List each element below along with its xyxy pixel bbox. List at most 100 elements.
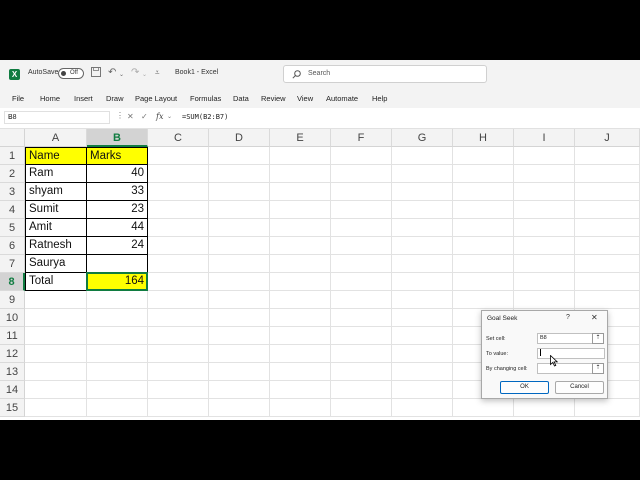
cell-c9[interactable] xyxy=(148,291,209,309)
cell-d15[interactable] xyxy=(209,399,270,417)
cell-a10[interactable] xyxy=(25,309,87,327)
cell-g7[interactable] xyxy=(392,255,453,273)
help-icon[interactable]: ? xyxy=(566,314,570,321)
cell-c12[interactable] xyxy=(148,345,209,363)
cell-b13[interactable] xyxy=(87,363,148,381)
row-header-10[interactable]: 10 xyxy=(0,309,25,327)
cell-h2[interactable] xyxy=(453,165,514,183)
ok-button[interactable]: OK xyxy=(500,381,549,394)
column-header-i[interactable]: I xyxy=(514,129,575,147)
cell-a3[interactable]: shyam xyxy=(25,182,87,201)
cell-f14[interactable] xyxy=(331,381,392,399)
column-header-a[interactable]: A xyxy=(25,129,87,147)
cell-b14[interactable] xyxy=(87,381,148,399)
row-header-11[interactable]: 11 xyxy=(0,327,25,345)
cell-e1[interactable] xyxy=(270,147,331,165)
cell-e10[interactable] xyxy=(270,309,331,327)
column-header-h[interactable]: H xyxy=(453,129,514,147)
cell-h6[interactable] xyxy=(453,237,514,255)
cell-a1-header-name[interactable]: Name xyxy=(25,147,87,165)
cell-h5[interactable] xyxy=(453,219,514,237)
cell-c15[interactable] xyxy=(148,399,209,417)
cell-a2[interactable]: Ram xyxy=(25,164,87,183)
cell-h4[interactable] xyxy=(453,201,514,219)
cell-g4[interactable] xyxy=(392,201,453,219)
cell-b10[interactable] xyxy=(87,309,148,327)
cell-f4[interactable] xyxy=(331,201,392,219)
cell-f13[interactable] xyxy=(331,363,392,381)
cell-h8[interactable] xyxy=(453,273,514,291)
cell-f10[interactable] xyxy=(331,309,392,327)
to-value-field[interactable] xyxy=(537,348,605,359)
cell-f11[interactable] xyxy=(331,327,392,345)
search-box[interactable]: Search xyxy=(283,65,487,83)
menu-automate[interactable]: Automate xyxy=(326,94,358,103)
cell-d11[interactable] xyxy=(209,327,270,345)
by-changing-cell-field[interactable] xyxy=(537,363,593,374)
cell-b6[interactable]: 24 xyxy=(86,236,148,255)
menu-file[interactable]: File xyxy=(12,94,24,103)
cell-i9[interactable] xyxy=(514,291,575,309)
menu-view[interactable]: View xyxy=(297,94,313,103)
cell-f8[interactable] xyxy=(331,273,392,291)
cell-d4[interactable] xyxy=(209,201,270,219)
cell-c8[interactable] xyxy=(148,273,209,291)
cell-b11[interactable] xyxy=(87,327,148,345)
cell-h15[interactable] xyxy=(453,399,514,417)
row-header-1[interactable]: 1 xyxy=(0,147,25,165)
cell-e12[interactable] xyxy=(270,345,331,363)
row-header-12[interactable]: 12 xyxy=(0,345,25,363)
cell-f7[interactable] xyxy=(331,255,392,273)
cell-d3[interactable] xyxy=(209,183,270,201)
cell-g6[interactable] xyxy=(392,237,453,255)
cell-e13[interactable] xyxy=(270,363,331,381)
column-header-c[interactable]: C xyxy=(148,129,209,147)
cell-i6[interactable] xyxy=(514,237,575,255)
cell-f2[interactable] xyxy=(331,165,392,183)
cell-c1[interactable] xyxy=(148,147,209,165)
more-options-icon[interactable]: ⋮ xyxy=(116,111,124,120)
cell-a6[interactable]: Ratnesh xyxy=(25,236,87,255)
cell-i15[interactable] xyxy=(514,399,575,417)
customize-toolbar-icon[interactable]: ⩡ xyxy=(155,67,160,79)
cell-e2[interactable] xyxy=(270,165,331,183)
cell-f6[interactable] xyxy=(331,237,392,255)
undo-icon[interactable]: ↶ xyxy=(108,67,116,79)
cell-i2[interactable] xyxy=(514,165,575,183)
menu-review[interactable]: Review xyxy=(261,94,286,103)
column-header-b[interactable]: B xyxy=(87,129,148,147)
cell-a14[interactable] xyxy=(25,381,87,399)
cell-e6[interactable] xyxy=(270,237,331,255)
cell-b2[interactable]: 40 xyxy=(86,164,148,183)
cell-e7[interactable] xyxy=(270,255,331,273)
cell-a9[interactable] xyxy=(25,291,87,309)
cell-c10[interactable] xyxy=(148,309,209,327)
menu-home[interactable]: Home xyxy=(40,94,60,103)
autosave-toggle[interactable]: Off xyxy=(58,68,84,79)
cell-e5[interactable] xyxy=(270,219,331,237)
cell-j1[interactable] xyxy=(575,147,640,165)
cell-a7[interactable]: Saurya xyxy=(25,254,87,273)
cell-c11[interactable] xyxy=(148,327,209,345)
cell-e8[interactable] xyxy=(270,273,331,291)
cell-i1[interactable] xyxy=(514,147,575,165)
row-header-9[interactable]: 9 xyxy=(0,291,25,309)
cell-h9[interactable] xyxy=(453,291,514,309)
chevron-down-icon[interactable]: ⌄ xyxy=(8,114,106,121)
cell-j7[interactable] xyxy=(575,255,640,273)
cell-d13[interactable] xyxy=(209,363,270,381)
cell-b5[interactable]: 44 xyxy=(86,218,148,237)
cell-h1[interactable] xyxy=(453,147,514,165)
cell-a4[interactable]: Sumit xyxy=(25,200,87,219)
cell-d10[interactable] xyxy=(209,309,270,327)
cell-a11[interactable] xyxy=(25,327,87,345)
column-header-f[interactable]: F xyxy=(331,129,392,147)
cell-i7[interactable] xyxy=(514,255,575,273)
set-cell-field[interactable]: B8 xyxy=(537,333,593,344)
column-header-e[interactable]: E xyxy=(270,129,331,147)
cell-d1[interactable] xyxy=(209,147,270,165)
menu-draw[interactable]: Draw xyxy=(106,94,124,103)
cell-h7[interactable] xyxy=(453,255,514,273)
by-changing-cell-collapse-icon[interactable]: ⇡ xyxy=(592,363,604,374)
close-icon[interactable]: ✕ xyxy=(591,313,598,322)
